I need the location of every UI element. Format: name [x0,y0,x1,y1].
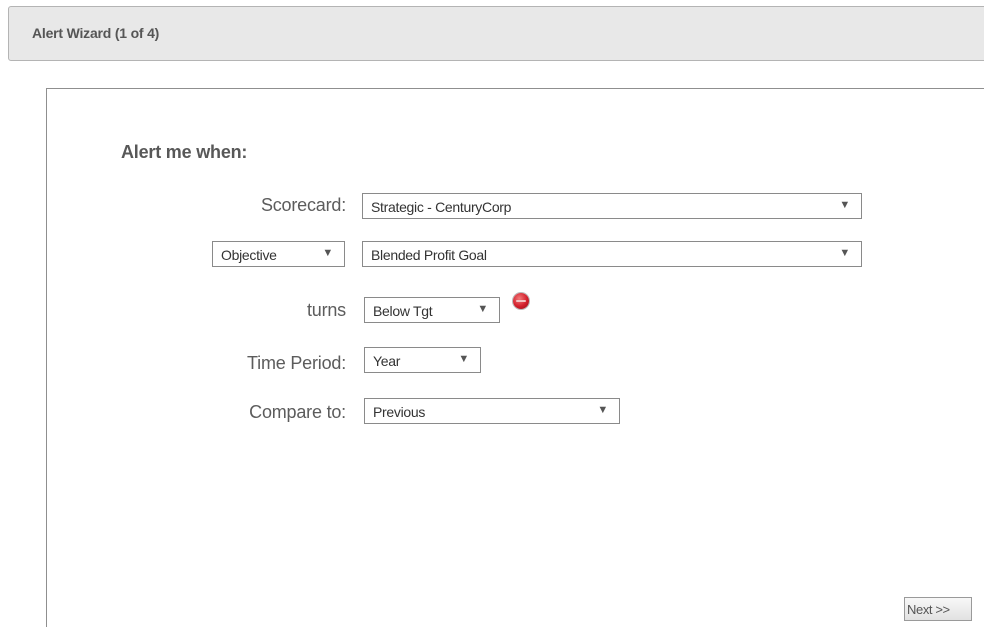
form-heading: Alert me when: [121,142,248,162]
time-period-select[interactable]: Year ▼ [364,347,481,373]
scorecard-select-value: Strategic - CenturyCorp [371,199,512,215]
wizard-content-panel [46,88,984,627]
compare-to-label: Compare to: [249,402,346,422]
objective-type-select-value: Objective [221,247,277,263]
time-period-select-value: Year [373,353,401,369]
compare-to-select[interactable]: Previous ▼ [364,398,620,424]
chevron-down-icon: ▼ [322,247,333,259]
red-status-indicator-icon [513,293,529,309]
compare-to-select-value: Previous [373,404,426,420]
wizard-title-bar: Alert Wizard (1 of 4) [8,6,984,61]
wizard-title: Alert Wizard (1 of 4) [32,25,160,41]
objective-select[interactable]: Blended Profit Goal ▼ [362,241,862,267]
alert-wizard-page: Alert Wizard (1 of 4) Alert me when: Sco… [0,0,984,627]
chevron-down-icon: ▼ [597,404,608,416]
turns-status-select-value: Below Tgt [373,303,433,319]
chevron-down-icon: ▼ [458,353,469,365]
chevron-down-icon: ▼ [839,247,850,259]
chevron-down-icon: ▼ [477,303,488,315]
turns-status-select[interactable]: Below Tgt ▼ [364,297,500,323]
chevron-down-icon: ▼ [839,199,850,211]
objective-select-value: Blended Profit Goal [371,247,487,263]
turns-label: turns [306,300,346,320]
next-button[interactable]: Next >> [904,597,972,621]
objective-type-select[interactable]: Objective ▼ [212,241,345,267]
scorecard-label: Scorecard: [260,195,346,215]
scorecard-select[interactable]: Strategic - CenturyCorp ▼ [362,193,862,219]
time-period-label: Time Period: [247,353,346,373]
